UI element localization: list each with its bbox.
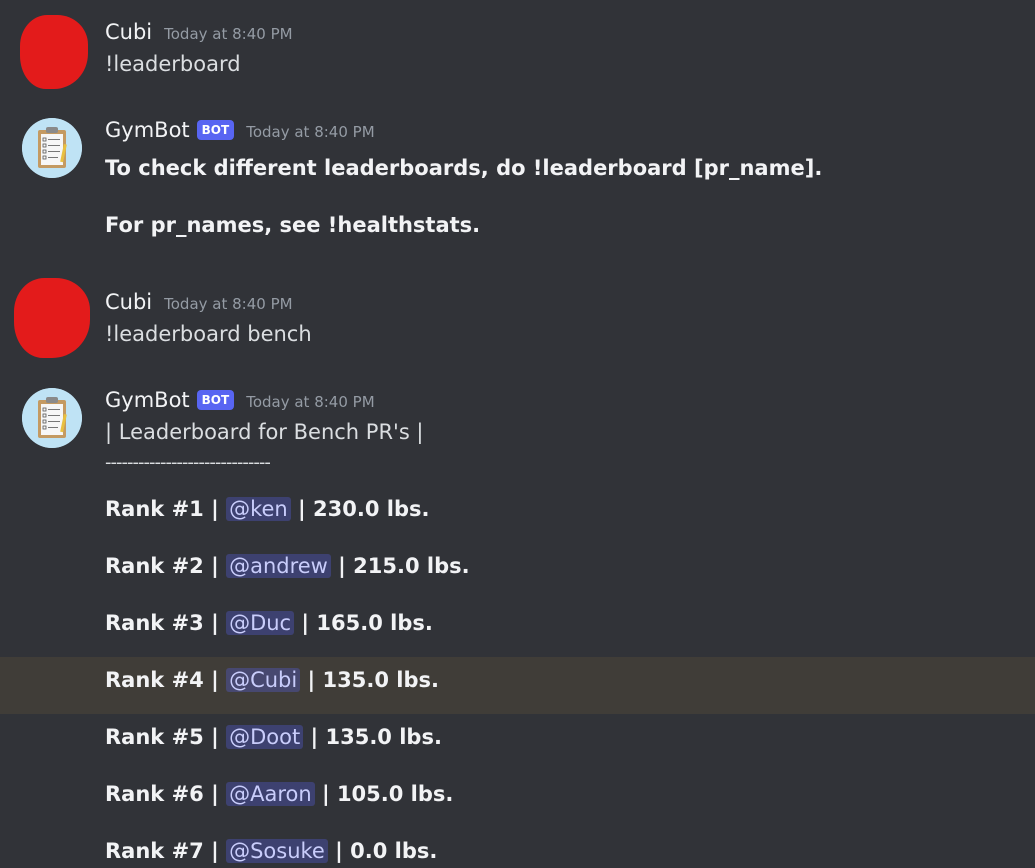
message-header: Cubi Today at 8:40 PM (105, 290, 293, 316)
message-header: GymBot BOT Today at 8:40 PM (105, 118, 375, 144)
rank-value: | 105.0 lbs. (321, 782, 454, 806)
username[interactable]: Cubi (105, 290, 152, 314)
timestamp: Today at 8:40 PM (246, 393, 375, 411)
rank-value: | 135.0 lbs. (310, 725, 442, 749)
message-line: To check different leaderboards, do !lea… (105, 156, 823, 180)
avatar-redacted[interactable] (20, 15, 88, 89)
rank-label: Rank #5 | (105, 725, 219, 749)
user-mention[interactable]: @Duc (226, 611, 295, 635)
rank-label: Rank #6 | (105, 782, 219, 806)
message-text: !leaderboard bench (105, 322, 312, 346)
user-mention[interactable]: @Cubi (226, 668, 301, 692)
rank-value: | 135.0 lbs. (307, 668, 439, 692)
rank-value: | 165.0 lbs. (301, 611, 433, 635)
rank-value: | 215.0 lbs. (338, 554, 470, 578)
rank-label: Rank #2 | (105, 554, 219, 578)
leaderboard-row: Rank #1 | @ken | 230.0 lbs. (105, 497, 429, 521)
timestamp: Today at 8:40 PM (246, 123, 375, 141)
message-header: Cubi Today at 8:40 PM (105, 20, 293, 46)
user-mention[interactable]: @Sosuke (226, 839, 328, 863)
chat-messages: Cubi Today at 8:40 PM !leaderboard GymBo… (0, 0, 1035, 868)
message-header: GymBot BOT Today at 8:40 PM (105, 388, 375, 414)
rank-value: | 0.0 lbs. (335, 839, 438, 863)
clipboard-icon[interactable] (22, 118, 82, 178)
leaderboard-title: | Leaderboard for Bench PR's | (105, 420, 424, 444)
leaderboard-row: Rank #4 | @Cubi | 135.0 lbs. (105, 668, 439, 692)
leaderboard-row: Rank #3 | @Duc | 165.0 lbs. (105, 611, 433, 635)
rank-label: Rank #1 | (105, 497, 219, 521)
rank-label: Rank #7 | (105, 839, 219, 863)
username[interactable]: GymBot (105, 118, 190, 142)
rank-value: | 230.0 lbs. (298, 497, 430, 521)
user-mention[interactable]: @Aaron (226, 782, 315, 806)
message-line: For pr_names, see !healthstats. (105, 213, 481, 237)
timestamp: Today at 8:40 PM (164, 295, 293, 313)
leaderboard-row: Rank #6 | @Aaron | 105.0 lbs. (105, 782, 453, 806)
avatar-redacted[interactable] (14, 278, 90, 358)
timestamp: Today at 8:40 PM (164, 25, 293, 43)
rank-label: Rank #3 | (105, 611, 219, 635)
user-mention[interactable]: @ken (226, 497, 291, 521)
rank-label: Rank #4 | (105, 668, 219, 692)
leaderboard-divider: ------------------------------ (105, 452, 271, 473)
username[interactable]: GymBot (105, 388, 190, 412)
clipboard-icon[interactable] (22, 388, 82, 448)
user-mention[interactable]: @andrew (226, 554, 331, 578)
leaderboard-row: Rank #2 | @andrew | 215.0 lbs. (105, 554, 470, 578)
bot-tag: BOT (196, 390, 235, 410)
bot-tag: BOT (196, 120, 235, 140)
username[interactable]: Cubi (105, 20, 152, 44)
leaderboard-row: Rank #7 | @Sosuke | 0.0 lbs. (105, 839, 437, 863)
message-text: !leaderboard (105, 52, 241, 76)
user-mention[interactable]: @Doot (226, 725, 304, 749)
leaderboard-row: Rank #5 | @Doot | 135.0 lbs. (105, 725, 442, 749)
